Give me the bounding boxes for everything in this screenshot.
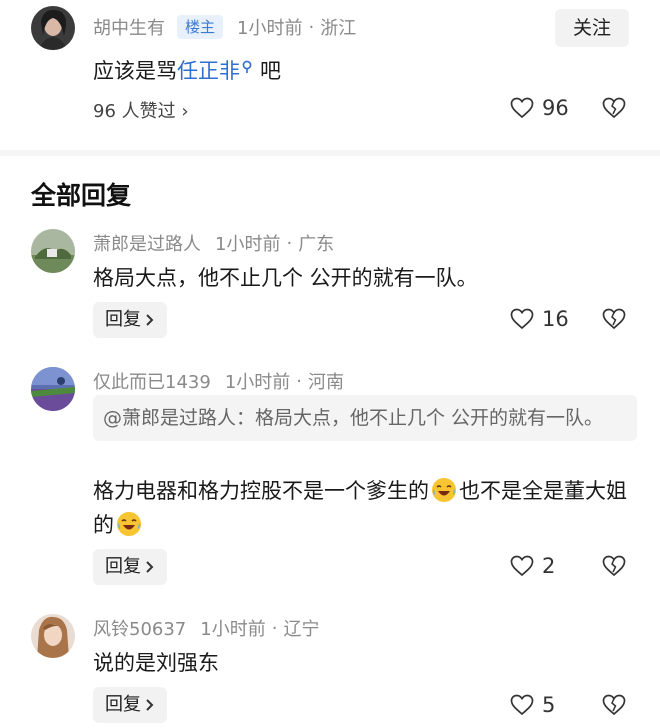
like-count: 2 <box>542 554 556 578</box>
comment-thread: 胡中生有 楼主 1小时前 · 浙江 关注 应该是骂任正非吧 96 人赞过 › 9… <box>0 0 660 728</box>
heart-icon <box>510 555 534 577</box>
reply-button-label: 回复 <box>105 556 141 577</box>
meta-separator: · <box>296 370 302 392</box>
broken-heart-icon <box>602 97 626 119</box>
keyword-link[interactable]: 任正非 <box>177 59 240 83</box>
author-name[interactable]: 仅此而已1439 <box>93 368 211 394</box>
dislike-button[interactable] <box>602 97 626 123</box>
comment-meta: 萧郎是过路人 1小时前 · 广东 <box>93 230 334 256</box>
heart-icon <box>510 694 534 716</box>
like-button[interactable]: 5 <box>510 693 555 717</box>
broken-heart-icon <box>602 308 626 330</box>
comment-time: 1小时前 <box>237 18 303 39</box>
dislike-button[interactable] <box>602 694 626 720</box>
laughing-crying-emoji <box>117 512 141 536</box>
like-count: 96 <box>542 96 569 120</box>
like-count: 16 <box>542 307 569 331</box>
comment-time: 1小时前 <box>200 619 266 640</box>
chevron-right-icon <box>146 561 154 573</box>
chevron-right-icon <box>146 314 154 326</box>
comment-location: 河南 <box>308 372 344 393</box>
comment-text: 格局大点，他不止几个 公开的就有一队。 <box>93 266 478 290</box>
follow-button[interactable]: 关注 <box>555 9 629 47</box>
comment-meta: 风铃50637 1小时前 · 辽宁 <box>93 615 319 641</box>
reply-button[interactable]: 回复 <box>93 302 167 338</box>
dislike-button[interactable] <box>602 308 626 334</box>
comment-location: 辽宁 <box>283 619 320 640</box>
quoted-reply: @萧郎是过路人：格局大点，他不止几个 公开的就有一队。 <box>93 395 637 441</box>
like-count: 5 <box>542 693 556 717</box>
section-title: 全部回复 <box>31 181 132 210</box>
comment-text-after: 吧 <box>260 59 281 83</box>
reply-button[interactable]: 回复 <box>93 687 167 723</box>
comment-meta: 胡中生有 楼主 1小时前 · 浙江 <box>93 14 356 40</box>
heart-icon <box>510 308 534 330</box>
comment-text: 应该是骂任正非吧 <box>93 55 281 85</box>
meta-separator: · <box>286 232 293 254</box>
comment-location: 广东 <box>298 234 335 255</box>
comment-time: 1小时前 <box>215 234 281 255</box>
avatar[interactable] <box>31 367 75 411</box>
reply-button-label: 回复 <box>105 309 141 330</box>
avatar[interactable] <box>31 229 75 273</box>
author-name[interactable]: 萧郎是过路人 <box>93 230 201 256</box>
comment-meta: 仅此而已1439 1小时前 · 河南 <box>93 368 344 394</box>
comment-text-part1: 格力电器和格力控股不是一个爹生的 <box>93 479 429 503</box>
comment-location: 浙江 <box>320 18 357 39</box>
comment-time: 1小时前 <box>224 372 291 393</box>
like-button[interactable]: 2 <box>510 554 555 578</box>
meta-separator: · <box>308 16 315 38</box>
like-button[interactable]: 96 <box>510 96 569 120</box>
meta-separator: · <box>271 617 278 639</box>
author-name[interactable]: 胡中生有 <box>93 14 165 40</box>
owner-badge: 楼主 <box>177 15 224 39</box>
author-name[interactable]: 风铃50637 <box>93 615 186 641</box>
avatar[interactable] <box>31 6 75 50</box>
section-divider <box>0 150 660 156</box>
dislike-button[interactable] <box>602 555 626 581</box>
reply-button-label: 回复 <box>105 694 141 715</box>
comment-text-before: 应该是骂 <box>93 59 177 83</box>
chevron-right-icon <box>146 699 154 711</box>
comment-text: 格力电器和格力控股不是一个爹生的 也不是全是董大姐的 <box>93 474 643 542</box>
likers-link[interactable]: 96 人赞过 › <box>93 97 189 123</box>
heart-icon <box>510 97 534 119</box>
broken-heart-icon <box>602 694 626 716</box>
like-button[interactable]: 16 <box>510 307 569 331</box>
laughing-crying-emoji <box>432 478 456 502</box>
comment-text: 说的是刘强东 <box>93 651 219 675</box>
reply-button[interactable]: 回复 <box>93 549 167 585</box>
top-comment: 胡中生有 楼主 1小时前 · 浙江 关注 应该是骂任正非吧 96 人赞过 › 9… <box>0 0 660 150</box>
broken-heart-icon <box>602 555 626 577</box>
avatar[interactable] <box>31 614 75 658</box>
search-icon <box>242 55 254 79</box>
